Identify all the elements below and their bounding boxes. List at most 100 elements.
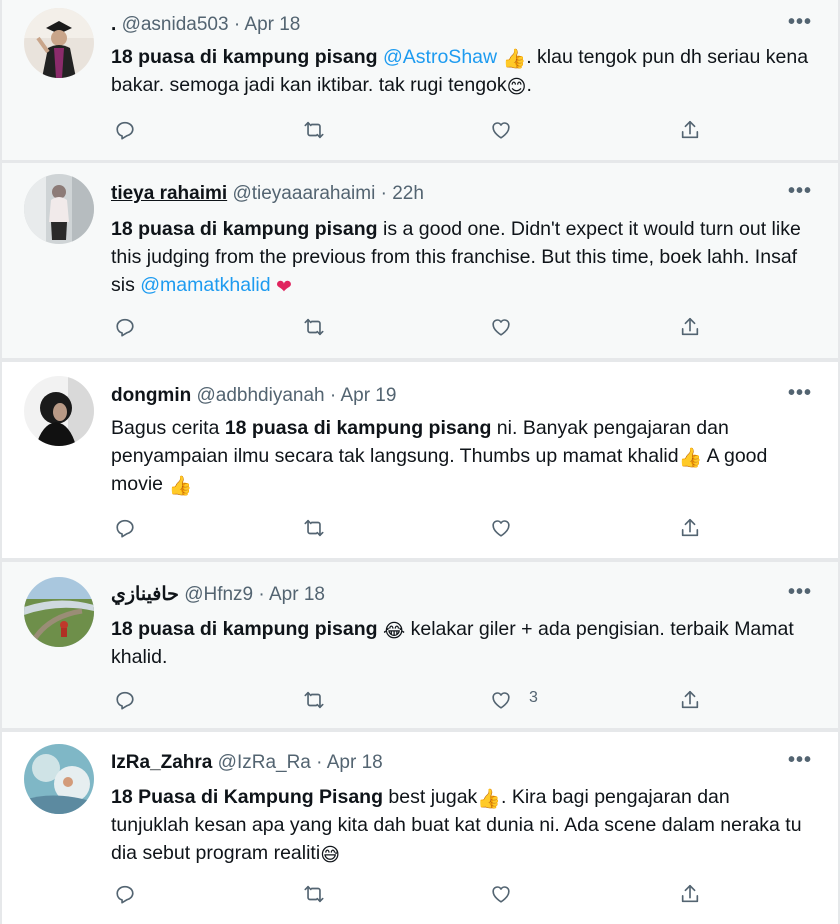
retweet-button[interactable] (299, 116, 329, 144)
display-name[interactable]: . (111, 14, 116, 35)
bold-text: 18 puasa di kampung pisang (224, 417, 492, 439)
reply-icon (116, 885, 134, 904)
retweet-button[interactable] (299, 686, 329, 714)
more-options-button[interactable]: ••• (787, 180, 812, 202)
retweet-icon (304, 519, 324, 537)
timestamp[interactable]: 22h (392, 183, 424, 204)
display-name[interactable]: حافينازي (111, 584, 179, 605)
more-horizontal-icon: ••• (787, 11, 812, 33)
share-button[interactable] (675, 514, 705, 542)
display-name[interactable]: tieya rahaimi (111, 183, 227, 204)
more-options-button[interactable]: ••• (787, 749, 812, 771)
bold-text: 18 puasa di kampung pisang (111, 46, 378, 68)
emoji: 😂 (383, 620, 406, 642)
like-button[interactable] (486, 313, 516, 341)
tweet-actions (110, 313, 710, 341)
display-name[interactable]: dongmin (111, 385, 191, 406)
more-options-button[interactable]: ••• (787, 581, 812, 603)
retweet-icon (304, 885, 324, 903)
avatar[interactable] (24, 8, 94, 78)
avatar[interactable] (24, 577, 94, 647)
share-button[interactable] (675, 880, 705, 908)
more-options-button[interactable]: ••• (787, 11, 812, 33)
tweet[interactable]: dongmin @adbhdiyanah · Apr 19 ••• Bagus … (2, 362, 838, 558)
user-handle[interactable]: @asnida503 (122, 14, 229, 35)
timestamp[interactable]: Apr 18 (269, 584, 325, 605)
emoji: 😊 (506, 76, 527, 98)
retweet-button[interactable] (299, 514, 329, 542)
user-handle[interactable]: @tieyaaarahaimi (232, 183, 375, 204)
reply-icon (116, 691, 134, 710)
avatar[interactable] (24, 376, 94, 446)
share-icon (681, 518, 699, 537)
reply-icon (116, 519, 134, 538)
tweet-text: 18 puasa di kampung pisang @AstroShaw 👍.… (111, 43, 811, 99)
retweet-icon (304, 318, 324, 336)
emoji: ❤ (276, 276, 292, 298)
retweet-icon (304, 121, 324, 139)
timestamp[interactable]: Apr 18 (327, 752, 383, 773)
share-button[interactable] (675, 686, 705, 714)
reply-button[interactable] (110, 116, 140, 144)
reply-button[interactable] (110, 880, 140, 908)
heart-icon (492, 692, 510, 709)
tweet[interactable]: tieya rahaimi @tieyaaarahaimi · 22h ••• … (2, 163, 838, 358)
reply-button[interactable] (110, 514, 140, 542)
tweet-text: 18 Puasa di Kampung Pisang best jugak👍. … (111, 783, 811, 867)
bold-text: 18 puasa di kampung pisang (111, 218, 378, 240)
bold-text: 18 Puasa di Kampung Pisang (111, 786, 383, 808)
like-button[interactable] (486, 116, 516, 144)
tweet-header: IzRa_Zahra @IzRa_Ra · Apr 18 (111, 752, 383, 773)
share-button[interactable] (675, 313, 705, 341)
heart-icon (492, 886, 510, 903)
retweet-button[interactable] (299, 880, 329, 908)
like-count: 3 (529, 689, 538, 706)
bold-text: 18 puasa di kampung pisang (111, 618, 378, 640)
user-handle[interactable]: @adbhdiyanah (196, 385, 324, 406)
mention-link[interactable]: @AstroShaw (383, 46, 497, 68)
like-button[interactable] (486, 514, 516, 542)
tweet-text: 18 puasa di kampung pisang 😂 kelakar gil… (111, 615, 811, 671)
display-name[interactable]: IzRa_Zahra (111, 752, 212, 773)
mention-link[interactable]: @mamatkhalid (140, 274, 270, 296)
retweet-button[interactable] (299, 313, 329, 341)
user-handle[interactable]: @IzRa_Ra (218, 752, 311, 773)
timestamp[interactable]: Apr 18 (244, 14, 300, 35)
tweet-actions: 3 (110, 686, 710, 714)
share-button[interactable] (675, 116, 705, 144)
more-horizontal-icon: ••• (787, 180, 812, 202)
reply-button[interactable] (110, 313, 140, 341)
more-options-button[interactable]: ••• (788, 383, 812, 403)
tweet-text: 18 puasa di kampung pisang is a good one… (111, 215, 811, 299)
retweet-icon (304, 691, 324, 709)
reply-icon (116, 121, 134, 140)
tweet-actions (110, 880, 710, 908)
reply-button[interactable] (110, 686, 140, 714)
emoji: 👍 (502, 48, 527, 70)
like-button[interactable] (486, 880, 516, 908)
emoji: 👍 (168, 475, 193, 497)
emoji: 👍 (678, 447, 703, 469)
share-icon (681, 120, 699, 139)
text-segment: Bagus cerita (111, 417, 225, 439)
tweet[interactable]: IzRa_Zahra @IzRa_Ra · Apr 18 ••• 18 Puas… (2, 732, 838, 924)
avatar[interactable] (24, 174, 94, 244)
share-icon (681, 317, 699, 336)
tweet-header: tieya rahaimi @tieyaaarahaimi · 22h (111, 183, 424, 204)
avatar[interactable] (24, 744, 94, 814)
more-horizontal-icon: ••• (787, 581, 812, 603)
emoji: 👍 (477, 788, 501, 810)
tweet[interactable]: . @asnida503 · Apr 18 ••• 18 puasa di ka… (2, 0, 838, 160)
heart-icon (492, 520, 510, 537)
more-horizontal-icon: ••• (787, 749, 812, 771)
tweet-header: حافينازي @Hfnz9 · Apr 18 (111, 584, 325, 605)
heart-icon (492, 319, 510, 336)
tweet[interactable]: حافينازي @Hfnz9 · Apr 18 ••• 18 puasa di… (2, 562, 838, 728)
like-button[interactable] (486, 686, 516, 714)
heart-icon (492, 122, 510, 139)
timestamp[interactable]: Apr 19 (340, 385, 396, 406)
share-icon (681, 884, 699, 903)
user-handle[interactable]: @Hfnz9 (184, 584, 253, 605)
tweet-header: . @asnida503 · Apr 18 (111, 14, 301, 35)
text-segment: best jugak (383, 786, 478, 808)
